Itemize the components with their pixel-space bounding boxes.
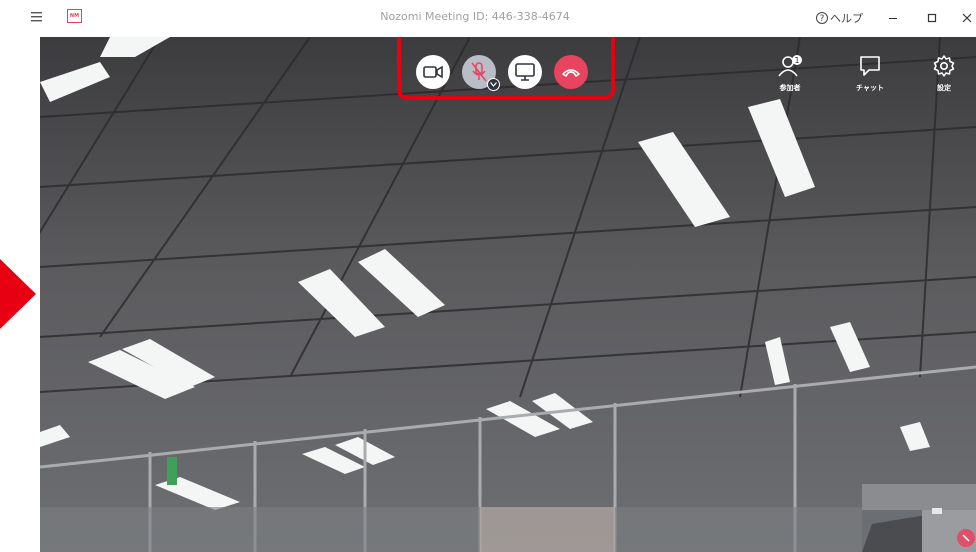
window-titlebar: NM Nozomi Meeting ID: 446-338-4674 ? ヘルプ (0, 0, 976, 37)
participants-button[interactable]: 1 参加者 (770, 54, 810, 93)
video-feed: 1 参加者 チャット 設定 (40, 37, 976, 552)
monitor-icon (515, 63, 535, 81)
window-title: Nozomi Meeting ID: 446-338-4674 (380, 10, 570, 23)
participants-label: 参加者 (779, 84, 801, 92)
chevron-down-icon (490, 82, 497, 87)
maximize-icon[interactable] (925, 11, 939, 25)
app-logo: NM (67, 9, 82, 23)
microphone-button[interactable] (462, 55, 500, 91)
participants-icon: 1 (778, 55, 802, 77)
chat-icon (860, 56, 880, 76)
hamburger-menu-icon[interactable] (30, 9, 46, 25)
red-arrow-icon (0, 259, 36, 329)
help-button[interactable]: ? ヘルプ (816, 10, 863, 26)
settings-button[interactable]: 設定 (924, 54, 964, 93)
settings-label: 設定 (937, 84, 951, 92)
mic-muted-icon (471, 62, 487, 82)
help-label: ヘルプ (830, 12, 863, 25)
self-view-thumbnail[interactable] (862, 484, 976, 552)
screen-share-button[interactable] (508, 55, 542, 89)
office-ceiling-video (40, 37, 976, 552)
self-view-video (862, 484, 976, 552)
chat-button[interactable]: チャット (850, 54, 890, 93)
hang-up-button[interactable] (554, 55, 588, 89)
camera-button[interactable] (416, 55, 450, 89)
minimize-icon[interactable] (886, 11, 900, 25)
phone-hangup-icon (562, 69, 580, 77)
left-margin (0, 37, 40, 552)
chat-label: チャット (856, 84, 884, 92)
svg-text:1: 1 (794, 56, 799, 65)
mic-options-chevron-icon[interactable] (487, 78, 500, 91)
gear-icon (933, 55, 955, 77)
video-camera-icon (423, 65, 443, 79)
meeting-controls (416, 55, 588, 91)
question-circle-icon: ? (816, 12, 828, 24)
close-icon[interactable] (960, 11, 974, 25)
